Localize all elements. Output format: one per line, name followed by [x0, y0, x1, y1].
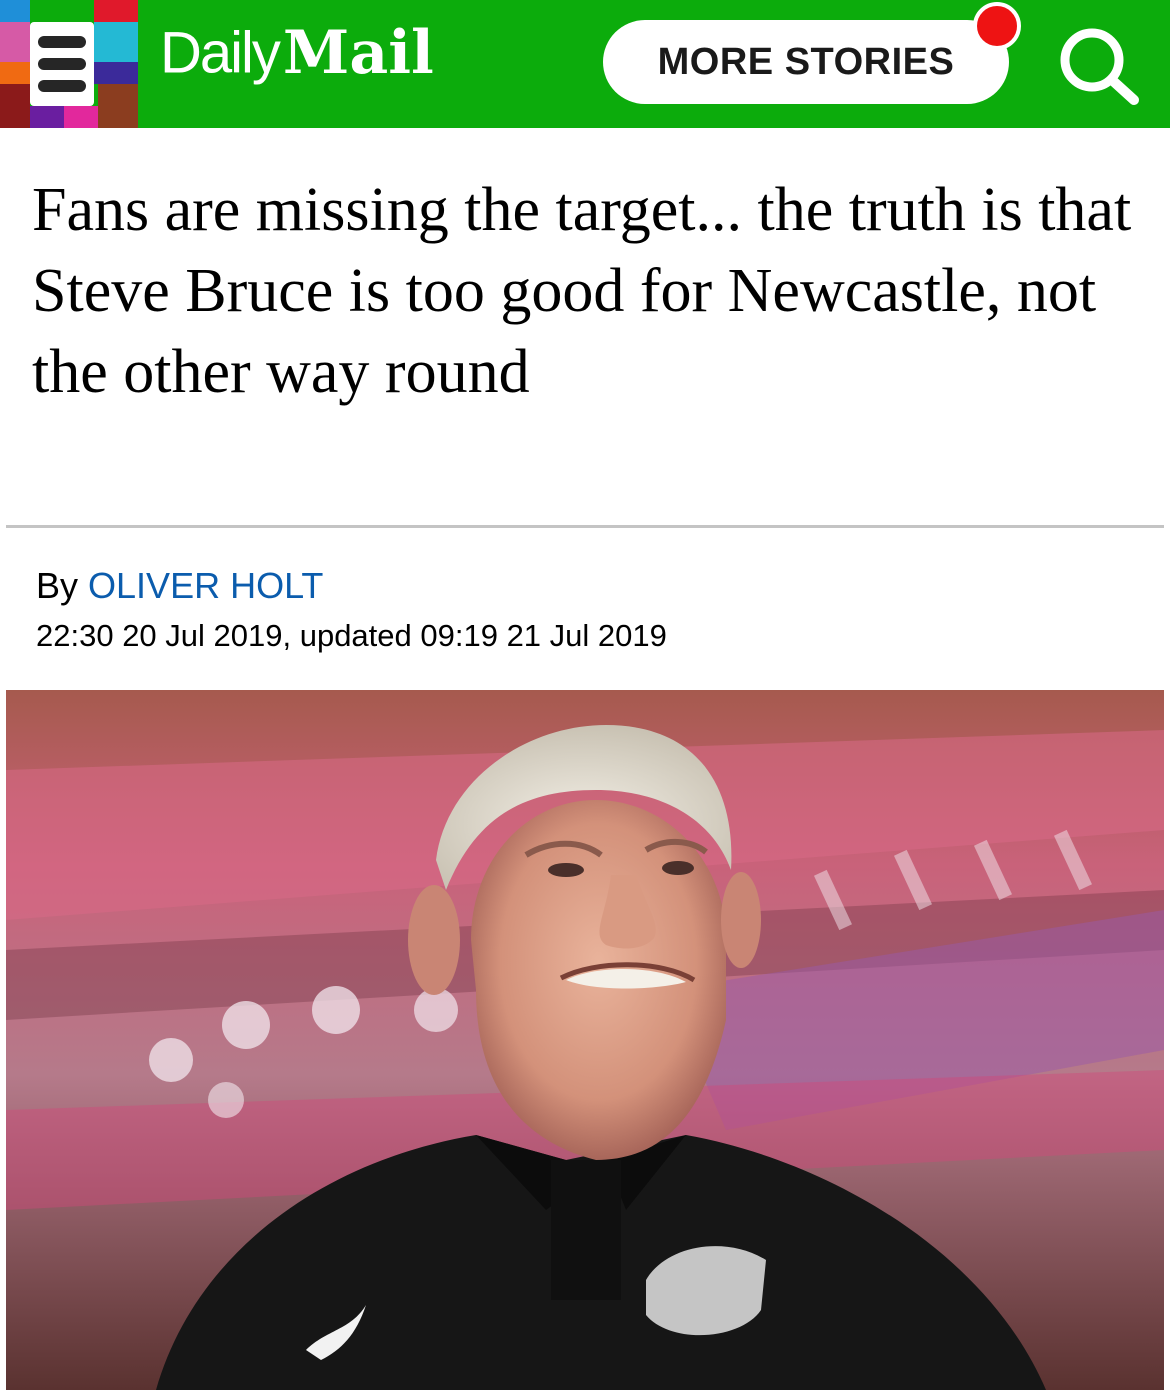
menu-grid-tile [98, 84, 138, 128]
menu-icon-line [38, 80, 86, 92]
headline-divider [6, 525, 1164, 528]
menu-icon-line [38, 58, 86, 70]
menu-grid-tile [0, 22, 30, 62]
logo-daily-text: Daily [160, 20, 281, 86]
more-stories-label: MORE STORIES [657, 40, 955, 83]
menu-grid-tile [30, 106, 64, 128]
article-dateline: 22:30 20 Jul 2019, updated 09:19 21 Jul … [36, 618, 667, 653]
byline-prefix: By [36, 565, 79, 606]
notification-dot [973, 2, 1021, 50]
article-headline: Fans are missing the target... the truth… [32, 176, 1132, 406]
more-stories-button[interactable]: MORE STORIES [603, 20, 1009, 104]
article-photo [6, 690, 1164, 1390]
menu-grid-tile [94, 0, 138, 22]
menu-grid-tile [0, 84, 30, 128]
author-link[interactable]: OLIVER HOLT [88, 565, 323, 606]
search-icon[interactable] [1054, 22, 1142, 106]
logo-mail-text: Mail [282, 18, 434, 88]
menu-grid-tile [94, 22, 138, 62]
menu-grid-tile [64, 106, 98, 128]
menu-grid-tile [0, 62, 30, 84]
top-navigation-bar: DailyMail MORE STORIES [0, 0, 1170, 128]
byline: By OLIVER HOLT [36, 565, 323, 607]
menu-button[interactable] [0, 0, 138, 128]
menu-icon[interactable] [30, 22, 94, 106]
daily-mail-logo[interactable]: DailyMail [160, 18, 434, 98]
menu-icon-line [38, 36, 86, 48]
menu-grid-tile [0, 0, 30, 22]
menu-grid-tile [94, 62, 138, 84]
